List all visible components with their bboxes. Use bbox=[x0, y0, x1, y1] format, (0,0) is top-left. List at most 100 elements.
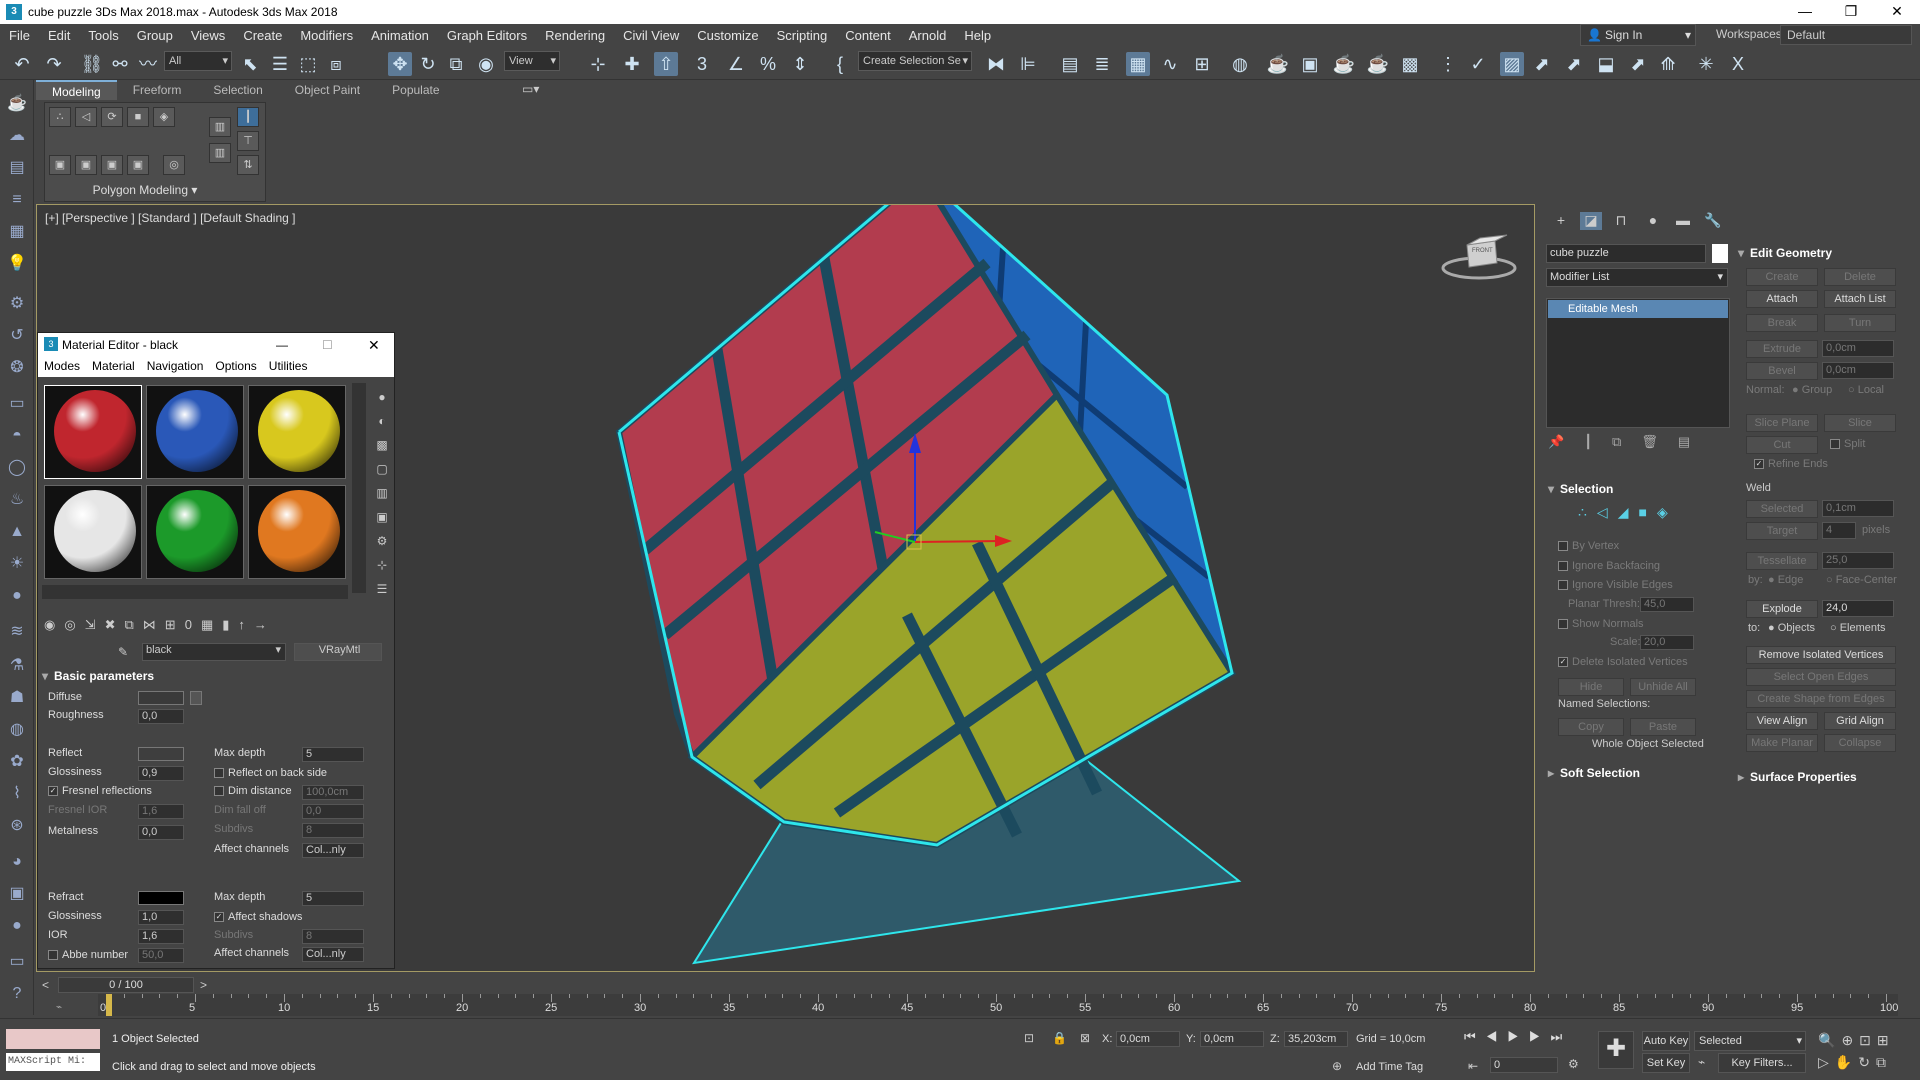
next-frame-icon[interactable]: > bbox=[200, 978, 207, 992]
show-end-result-icon[interactable]: ┃ bbox=[1584, 434, 1612, 449]
key-mode-icon[interactable]: ⇤ bbox=[1468, 1059, 1478, 1073]
edge-icon[interactable]: ◁ bbox=[1597, 504, 1618, 520]
create-button[interactable]: Create bbox=[1746, 268, 1818, 286]
select-scale-icon[interactable]: ⧉ bbox=[444, 52, 468, 76]
named-selection-set-select[interactable]: Create Selection Se ▾ bbox=[858, 51, 972, 71]
snowflake-icon[interactable]: ✳ bbox=[1694, 52, 1718, 76]
ribbon-tab-object-paint[interactable]: Object Paint bbox=[279, 80, 376, 100]
pin-stack-icon[interactable]: ⊤ bbox=[237, 131, 259, 151]
material-slot[interactable] bbox=[248, 485, 346, 579]
menu-help[interactable]: Help bbox=[955, 28, 1000, 43]
schematic-view-icon[interactable]: ⊞ bbox=[1190, 52, 1214, 76]
metalness-spinner[interactable]: 0,0 bbox=[138, 825, 184, 840]
affect-channels-select[interactable]: Col...nly bbox=[302, 843, 364, 858]
menu-create[interactable]: Create bbox=[234, 28, 291, 43]
wrap-icon[interactable]: ⊛ bbox=[5, 814, 29, 838]
preview-icon[interactable]: ▣ bbox=[372, 505, 392, 529]
plant-icon[interactable]: ✿ bbox=[5, 750, 29, 774]
backlight-icon[interactable]: ◐ bbox=[372, 409, 392, 433]
ball-icon[interactable]: ● bbox=[5, 584, 29, 608]
viewcube[interactable] bbox=[1441, 234, 1517, 280]
material-id-icon[interactable]: 0 bbox=[185, 617, 201, 632]
track-bar[interactable]: 0 5 10 15 20 25 30 35 40 45 50 55 60 65 70 75 80 85 90 95 10… bbox=[98, 994, 1898, 1016]
table-icon[interactable]: ▦ bbox=[5, 220, 29, 244]
assign-icon[interactable]: ⇲ bbox=[85, 617, 105, 632]
go-sibling-icon[interactable]: → bbox=[254, 617, 276, 632]
selection-rollout[interactable]: Selection bbox=[1546, 480, 1726, 498]
stack-icon-2[interactable]: ▣ bbox=[75, 155, 97, 175]
border-mode-icon[interactable]: ⟳ bbox=[101, 107, 123, 127]
pill-icon[interactable]: ⚗ bbox=[5, 654, 29, 678]
copy-button[interactable]: Copy bbox=[1558, 718, 1624, 736]
material-slot[interactable] bbox=[146, 385, 244, 479]
close-icon[interactable]: ✕ bbox=[368, 333, 380, 357]
globe-icon[interactable]: ◍ bbox=[5, 718, 29, 742]
menu-content[interactable]: Content bbox=[836, 28, 900, 43]
grid-align-button[interactable]: Grid Align bbox=[1824, 712, 1896, 730]
get-material-icon[interactable]: ◉ bbox=[44, 617, 64, 632]
current-frame-marker[interactable] bbox=[106, 994, 112, 1016]
remove-modifier-icon[interactable]: 🗑 bbox=[1641, 434, 1678, 449]
menu-scripting[interactable]: Scripting bbox=[768, 28, 837, 43]
layer-explorer-icon[interactable]: ≣ bbox=[1090, 52, 1114, 76]
weld-selected-spinner[interactable]: 0,1cm bbox=[1822, 500, 1894, 517]
maxscript-listener[interactable] bbox=[6, 1029, 100, 1049]
dim-falloff-spinner[interactable]: 0,0 bbox=[302, 804, 364, 819]
abbe-spinner[interactable]: 50,0 bbox=[138, 948, 184, 963]
menu-civil-view[interactable]: Civil View bbox=[614, 28, 688, 43]
select-object-icon[interactable]: ⬉ bbox=[238, 52, 262, 76]
objects-radio[interactable]: ● Objects bbox=[1768, 622, 1815, 634]
motion-tab-icon[interactable]: ● bbox=[1642, 212, 1664, 230]
selection-filter-select[interactable]: All ▾ bbox=[164, 51, 232, 71]
go-end-icon[interactable]: ⏭ bbox=[1551, 1029, 1573, 1044]
display-tab-icon[interactable]: ▬ bbox=[1672, 212, 1694, 230]
key-tangent-icon[interactable]: ⌁ bbox=[1698, 1055, 1705, 1069]
blue-ball-icon[interactable]: ● bbox=[5, 914, 29, 938]
background-icon[interactable]: ▩ bbox=[372, 433, 392, 457]
curve-editor-icon[interactable]: ∿ bbox=[1158, 52, 1182, 76]
face-icon[interactable]: ◢ bbox=[1618, 504, 1639, 520]
video-check-icon[interactable]: ▥ bbox=[372, 481, 392, 505]
delete-isolated-checkbox[interactable]: ✓ Delete Isolated Vertices bbox=[1558, 656, 1688, 668]
zoom-icon[interactable]: 🔍 bbox=[1818, 1032, 1841, 1048]
rect-selection-icon[interactable]: ⬚ bbox=[296, 52, 320, 76]
snaps-toggle-icon[interactable]: 3 bbox=[690, 52, 714, 76]
set-key-big-icon[interactable]: ✚ bbox=[1598, 1031, 1634, 1069]
fresnel-ior-spinner[interactable]: 1,6 bbox=[138, 804, 184, 819]
window-crossing-icon[interactable]: ⧈ bbox=[324, 52, 348, 76]
max-depth-spinner[interactable]: 5 bbox=[302, 747, 364, 762]
polygon-modeling-label[interactable]: Polygon Modeling ▾ bbox=[45, 183, 245, 197]
absolute-mode-icon[interactable]: ⊠ bbox=[1080, 1031, 1090, 1045]
add-time-tag[interactable]: Add Time Tag bbox=[1356, 1061, 1423, 1073]
modify-mode-icon[interactable]: ▥ bbox=[209, 117, 231, 137]
dim-distance-checkbox[interactable]: Dim distance bbox=[214, 785, 292, 797]
dome-icon[interactable]: ◓ bbox=[5, 424, 29, 448]
collapse-button[interactable]: Collapse bbox=[1824, 734, 1896, 752]
grid-icon[interactable]: ⋮ bbox=[1436, 52, 1460, 76]
key-filters-button[interactable]: Key Filters... bbox=[1718, 1053, 1806, 1073]
maximize-viewport-icon[interactable]: ⧉ bbox=[1876, 1054, 1892, 1070]
lock-icon[interactable]: 🔒 bbox=[1052, 1031, 1067, 1045]
scene-explorer-icon[interactable]: ▤ bbox=[1058, 52, 1082, 76]
time-config-icon[interactable]: ⚙ bbox=[1568, 1057, 1579, 1071]
reflect-swatch[interactable] bbox=[138, 747, 184, 761]
time-slider[interactable]: 0 / 100 bbox=[58, 977, 194, 993]
pivot-center-icon[interactable]: ⊹ bbox=[586, 52, 610, 76]
paste-button[interactable]: Paste bbox=[1630, 718, 1696, 736]
elements-radio[interactable]: ○ Elements bbox=[1830, 622, 1886, 634]
element-mode-icon[interactable]: ◈ bbox=[153, 107, 175, 127]
modify-mode-icon-2[interactable]: ▥ bbox=[209, 143, 231, 163]
go-parent-icon[interactable]: ↑ bbox=[238, 617, 254, 632]
ribbon-options-icon[interactable]: ▭▾ bbox=[522, 82, 539, 96]
zoom-extents-icon[interactable]: ⊡ bbox=[1859, 1032, 1877, 1048]
cut-button[interactable]: Cut bbox=[1746, 436, 1818, 454]
ribbon-tab-populate[interactable]: Populate bbox=[376, 80, 455, 100]
orbit-icon[interactable]: ↻ bbox=[1858, 1054, 1876, 1070]
layers-icon[interactable]: ≡ bbox=[5, 188, 29, 212]
menu-modifiers[interactable]: Modifiers bbox=[291, 28, 362, 43]
view-align-button[interactable]: View Align bbox=[1746, 712, 1818, 730]
ribbon-tab-selection[interactable]: Selection bbox=[197, 80, 278, 100]
set-key-button[interactable]: Set Key bbox=[1642, 1053, 1690, 1073]
configure-icon[interactable]: ⇅ bbox=[237, 155, 259, 175]
material-menu-modes[interactable]: Modes bbox=[38, 357, 86, 377]
